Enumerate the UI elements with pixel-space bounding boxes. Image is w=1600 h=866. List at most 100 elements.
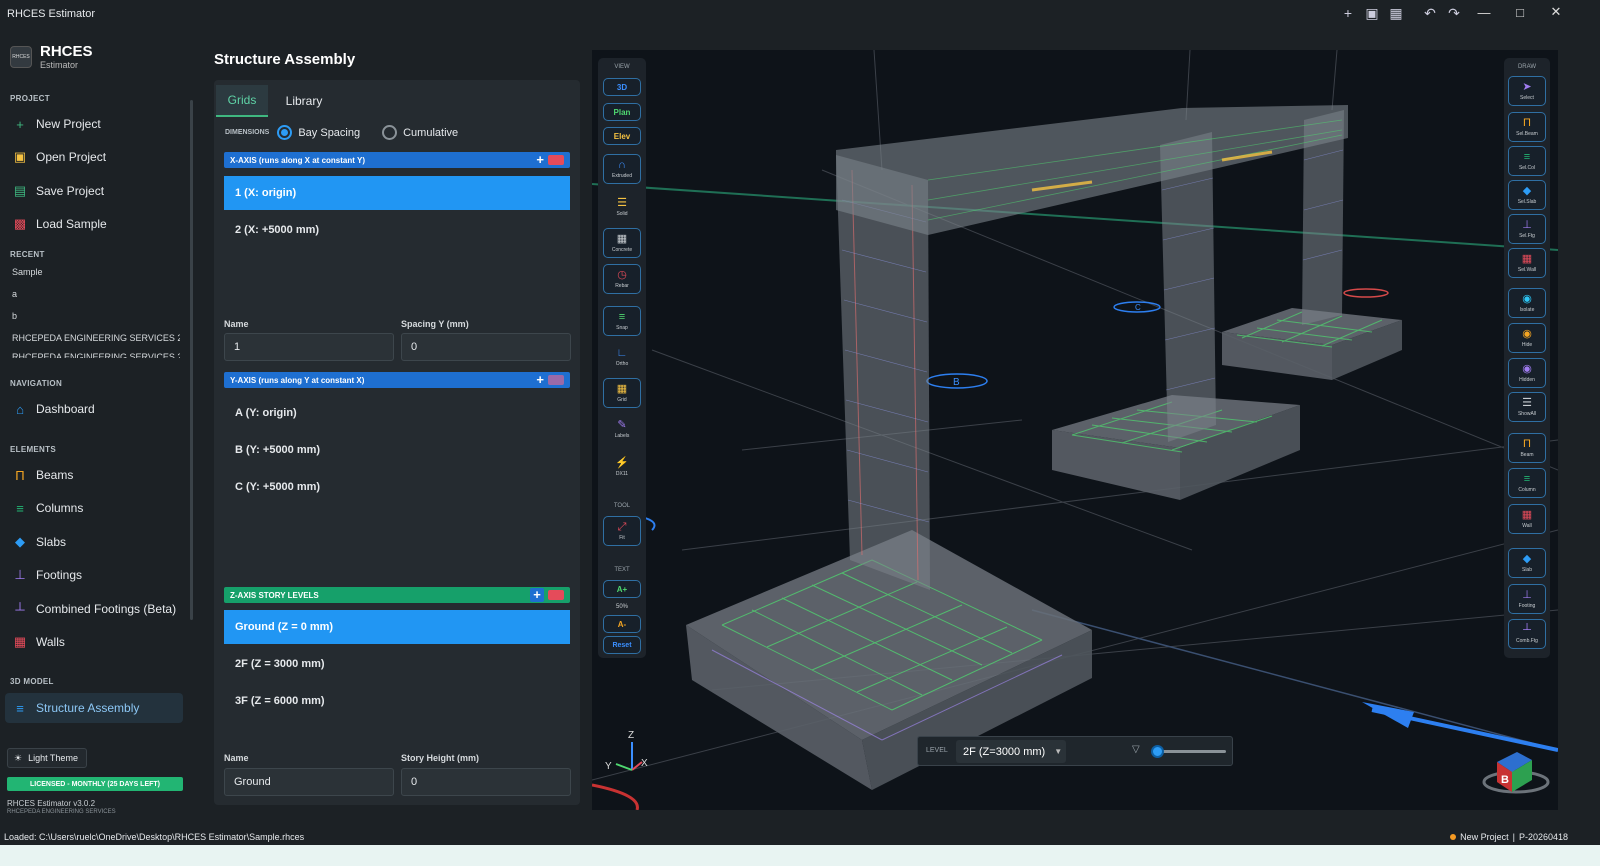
- radio-cumulative[interactable]: [382, 125, 398, 140]
- story-height-input[interactable]: 0: [401, 768, 571, 796]
- tool-label: Sel.Beam: [1516, 130, 1538, 137]
- select-footing-tool[interactable]: ⊥ Sel.Ftg: [1508, 214, 1546, 244]
- level-select[interactable]: 2F (Z=3000 mm) ▼: [956, 740, 1066, 763]
- select-slab-tool[interactable]: ◆ Sel.Slab: [1508, 180, 1546, 210]
- level-slider-handle[interactable]: [1151, 745, 1165, 758]
- select-wall-tool[interactable]: ▦ Sel.Wall: [1508, 248, 1546, 278]
- recent-item[interactable]: RHCEPEDA ENGINEERING SERVICES 2-...: [12, 352, 180, 358]
- text-reset-button[interactable]: Reset: [603, 636, 641, 654]
- view-toolbar: VIEW 3D Plan Elev ∩ Extruded ☰ Solid ▦ Conc…: [598, 58, 646, 658]
- nav-structure-assembly[interactable]: ≡ Structure Assembly: [5, 693, 183, 723]
- rebar-toggle[interactable]: ◷ Rebar: [603, 264, 641, 294]
- draw-beam-tool[interactable]: Π Beam: [1508, 433, 1546, 463]
- nav-combined-footings[interactable]: ┴ Combined Footings (Beta): [10, 596, 188, 622]
- add-y-grid-button[interactable]: +: [536, 372, 544, 387]
- close-icon[interactable]: ✕: [1538, 0, 1574, 24]
- add-x-grid-button[interactable]: +: [536, 152, 544, 167]
- text-decrease-button[interactable]: A-: [603, 615, 641, 633]
- tool-label: ShowAll: [1517, 410, 1537, 417]
- nav-open-project[interactable]: ▣ Open Project: [10, 144, 188, 170]
- extruded-toggle[interactable]: ∩ Extruded: [603, 154, 641, 184]
- draw-column-tool[interactable]: ≡ Column: [1508, 468, 1546, 498]
- nav-beams[interactable]: Π Beams: [10, 462, 188, 488]
- radio-label: Cumulative: [403, 126, 459, 139]
- undo-icon[interactable]: ↶: [1422, 5, 1438, 21]
- structure-render[interactable]: B C Z X Y B: [592, 50, 1558, 810]
- select-column-tool[interactable]: ≡ Sel.Col: [1508, 146, 1546, 176]
- nav-save-project[interactable]: ▤ Save Project: [10, 178, 188, 204]
- fit-button[interactable]: ⤢ Fit: [603, 516, 641, 546]
- y-grid-row[interactable]: A (Y: origin): [224, 396, 570, 430]
- filter-icon[interactable]: ▽: [1132, 744, 1140, 755]
- grid-toggle[interactable]: ▦ Grid: [603, 378, 641, 408]
- nav-slabs[interactable]: ◆ Slabs: [10, 529, 188, 555]
- snap-toggle[interactable]: ≡ Snap: [603, 306, 641, 336]
- nav-columns[interactable]: ≡ Columns: [10, 495, 188, 521]
- labels-toggle[interactable]: ✎ Labels: [603, 414, 641, 444]
- view-3d-button[interactable]: 3D: [603, 78, 641, 96]
- story-row[interactable]: 3F (Z = 6000 mm): [224, 684, 570, 718]
- solid-toggle[interactable]: ☰ Solid: [603, 192, 641, 222]
- ortho-toggle[interactable]: ∟ Ortho: [603, 342, 641, 372]
- recent-item[interactable]: Sample: [12, 267, 180, 277]
- book-icon: ▩: [13, 216, 27, 231]
- select-tool[interactable]: ➤ Select: [1508, 76, 1546, 106]
- y-grid-row[interactable]: C (Y: +5000 mm): [224, 470, 570, 504]
- nav-load-sample[interactable]: ▩ Load Sample: [10, 211, 188, 237]
- recent-item[interactable]: RHCEPEDA ENGINEERING SERVICES 2-...: [12, 333, 180, 343]
- story-row[interactable]: 2F (Z = 3000 mm): [224, 647, 570, 681]
- maximize-icon[interactable]: □: [1502, 0, 1538, 24]
- radio-bay-spacing[interactable]: [277, 125, 293, 140]
- level-slider-track[interactable]: [1154, 750, 1226, 753]
- concrete-toggle[interactable]: ▦ Concrete: [603, 228, 641, 258]
- x-spacing-input[interactable]: 0: [401, 333, 571, 361]
- minimize-icon[interactable]: —: [1466, 0, 1502, 24]
- sidebar-scrollbar[interactable]: [190, 100, 193, 620]
- tab-grids[interactable]: Grids: [216, 85, 268, 117]
- view-plan-button[interactable]: Plan: [603, 103, 641, 121]
- show-all-tool[interactable]: ☰ ShowAll: [1508, 392, 1546, 422]
- draw-wall-tool[interactable]: ▦ Wall: [1508, 504, 1546, 534]
- select-slab-icon: ◆: [1522, 184, 1532, 197]
- draw-combined-footing-tool[interactable]: ┴ Comb.Ftg: [1508, 619, 1546, 649]
- recent-item[interactable]: b: [12, 311, 180, 321]
- recent-item[interactable]: a: [12, 289, 180, 299]
- x-name-input[interactable]: 1: [224, 333, 394, 361]
- hidden-tool[interactable]: ◉ Hidden: [1508, 358, 1546, 388]
- select-beam-tool[interactable]: Π Sel.Beam: [1508, 112, 1546, 142]
- y-grid-row[interactable]: B (Y: +5000 mm): [224, 433, 570, 467]
- dx11-toggle[interactable]: ⚡ DX11: [603, 452, 641, 482]
- save-icon[interactable]: ▦: [1388, 5, 1404, 21]
- brand-subtitle: Estimator: [40, 60, 79, 70]
- x-grid-row[interactable]: 1 (X: origin): [224, 176, 570, 210]
- draw-footing-tool[interactable]: ⊥ Footing: [1508, 584, 1546, 614]
- 3d-viewport[interactable]: B C Z X Y B: [592, 50, 1558, 810]
- add-story-button[interactable]: +: [530, 588, 544, 602]
- nav-dashboard[interactable]: ⌂ Dashboard: [10, 396, 188, 422]
- delete-y-grid-button[interactable]: [548, 375, 564, 385]
- light-theme-button[interactable]: ☀ Light Theme: [7, 748, 87, 768]
- story-name-input[interactable]: Ground: [224, 768, 394, 796]
- redo-icon[interactable]: ↷: [1446, 5, 1462, 21]
- isolate-tool[interactable]: ◉ Isolate: [1508, 288, 1546, 318]
- nav-label: Open Project: [36, 150, 107, 164]
- dx11-label: DX11: [615, 470, 629, 477]
- tab-library[interactable]: Library: [278, 85, 330, 117]
- story-row[interactable]: Ground (Z = 0 mm): [224, 610, 570, 644]
- nav-label: Structure Assembly: [36, 701, 140, 715]
- x-grid-row[interactable]: 2 (X: +5000 mm): [224, 213, 570, 247]
- brand-logo: RHCES: [10, 46, 32, 68]
- nav-footings[interactable]: ⊥ Footings: [10, 562, 188, 588]
- new-icon[interactable]: +: [1340, 5, 1356, 21]
- draw-slab-tool[interactable]: ◆ Slab: [1508, 548, 1546, 578]
- delete-x-grid-button[interactable]: [548, 155, 564, 165]
- delete-story-button[interactable]: [548, 590, 564, 600]
- extruded-icon: ∩: [618, 158, 626, 171]
- hide-tool[interactable]: ◉ Hide: [1508, 323, 1546, 353]
- nav-new-project[interactable]: + New Project: [10, 111, 188, 137]
- view-elev-button[interactable]: Elev: [603, 127, 641, 145]
- text-increase-button[interactable]: A+: [603, 580, 641, 598]
- file-icon[interactable]: ▣: [1364, 5, 1380, 21]
- tool-label: Sel.Ftg: [1519, 232, 1535, 239]
- nav-walls[interactable]: ▦ Walls: [10, 629, 188, 655]
